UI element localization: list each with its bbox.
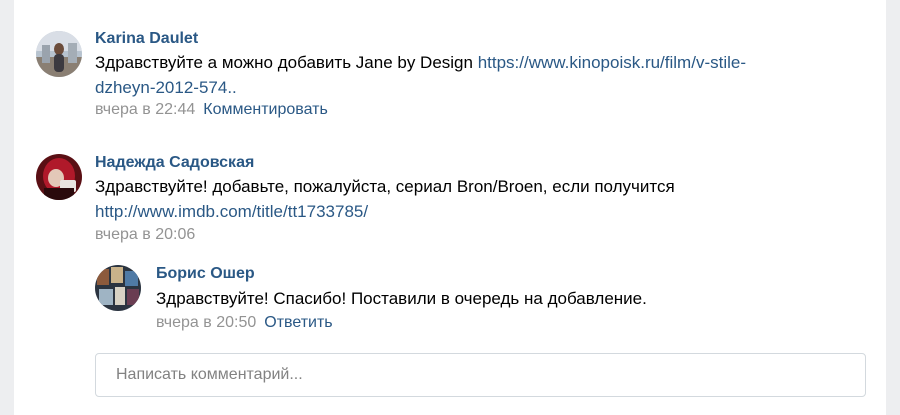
comment-link-continued[interactable]: dzheyn-2012-574.. [95, 78, 237, 97]
comment-link[interactable]: http://www.imdb.com/title/tt1733785/ [95, 202, 368, 221]
avatar-karina[interactable] [36, 31, 82, 77]
comment-text-body: Здравствуйте! Спасибо! Поставили в очере… [156, 289, 647, 308]
comment-text: Здравствуйте! Спасибо! Поставили в очере… [156, 286, 856, 311]
comment-meta: вчера в 20:50 Ответить [156, 314, 333, 332]
comment-timestamp[interactable]: вчера в 22:44 [95, 101, 195, 118]
comment-text: Здравствуйте а можно добавить Jane by De… [95, 50, 835, 100]
reply-button[interactable]: Ответить [264, 314, 332, 331]
comment-text-body: Здравствуйте! добавьте, пожалуйста, сери… [95, 177, 675, 196]
comment-input[interactable]: Написать комментарий... [95, 353, 866, 397]
comment-text: Здравствуйте! добавьте, пожалуйста, сери… [95, 174, 835, 224]
comment-reply-button[interactable]: Комментировать [203, 101, 328, 118]
comment-text-body: Здравствуйте а можно добавить Jane by De… [95, 53, 478, 72]
comment-link[interactable]: https://www.kinopoisk.ru/film/v-stile- [478, 53, 746, 72]
author-name[interactable]: Karina Daulet [95, 30, 198, 48]
comment-input-placeholder: Написать комментарий... [116, 366, 303, 383]
comment-meta: вчера в 22:44 Комментировать [95, 101, 328, 119]
comment-meta: вчера в 20:06 [95, 226, 195, 244]
author-name[interactable]: Надежда Садовская [95, 154, 254, 172]
comment-timestamp[interactable]: вчера в 20:06 [95, 226, 195, 243]
avatar-karina-image [36, 31, 82, 77]
avatar-nadezhda[interactable] [36, 154, 82, 200]
avatar-nadezhda-image [36, 154, 82, 200]
avatar-boris[interactable] [95, 265, 141, 311]
comment-timestamp[interactable]: вчера в 20:50 [156, 314, 256, 331]
avatar-boris-image [95, 265, 141, 311]
author-name[interactable]: Борис Ошер [156, 265, 255, 283]
comments-card: Karina Daulet Здравствуйте а можно добав… [14, 0, 886, 415]
